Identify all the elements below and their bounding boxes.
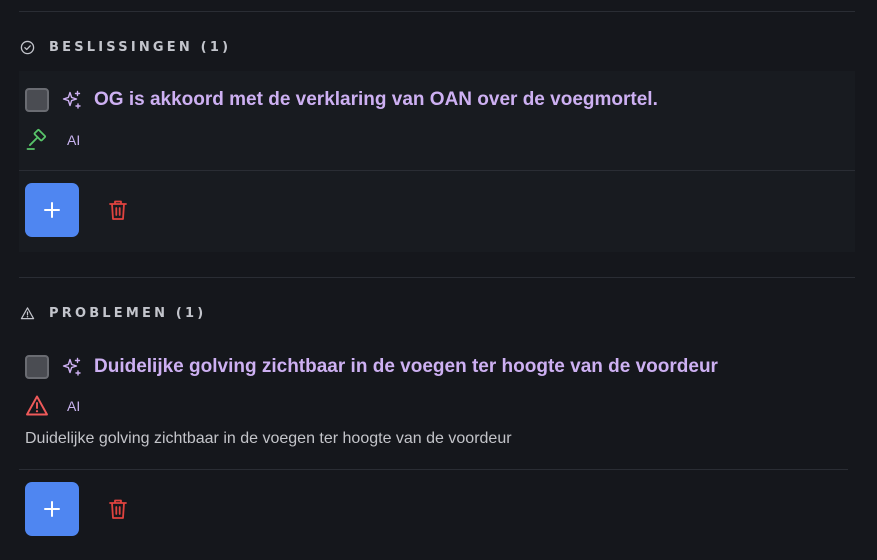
check-circle-icon [19,39,35,55]
problem-checkbox[interactable] [25,355,49,379]
add-button[interactable] [25,482,79,536]
trash-icon [109,200,127,220]
decisions-section-header: BESLISSINGEN (1) [19,39,231,55]
decision-checkbox[interactable] [25,88,49,112]
source-label: AI [67,398,81,414]
decisions-section-title: BESLISSINGEN (1) [49,39,232,55]
top-divider [19,11,855,12]
sparkle-icon [62,357,82,377]
notes-panel: BESLISSINGEN (1) OG is akkoord met de ve… [0,0,877,560]
problems-section-title: PROBLEMEN (1) [49,305,207,321]
warning-triangle-icon [19,305,35,321]
delete-button[interactable] [107,497,129,521]
problem-card-divider [19,469,848,470]
plus-icon [44,202,60,218]
warning-triangle-icon [25,394,49,418]
problem-meta-row: AI [25,394,80,418]
delete-button[interactable] [107,198,129,222]
add-button[interactable] [25,183,79,237]
decision-meta-row: AI [25,128,80,152]
plus-icon [44,501,60,517]
problem-card: Duidelijke golving zichtbaar in de voege… [19,338,855,552]
decision-card: OG is akkoord met de verklaring van OAN … [19,71,855,252]
problem-description: Duidelijke golving zichtbaar in de voege… [25,430,512,447]
section-divider [19,277,855,278]
gavel-icon [25,128,49,152]
decision-item-row: OG is akkoord met de verklaring van OAN … [25,88,658,112]
source-label: AI [67,132,81,148]
sparkle-icon [62,90,82,110]
problem-title[interactable]: Duidelijke golving zichtbaar in de voege… [94,356,718,378]
problem-item-row: Duidelijke golving zichtbaar in de voege… [25,355,718,379]
trash-icon [109,499,127,519]
decision-card-divider [19,170,855,171]
problems-section-header: PROBLEMEN (1) [19,305,206,321]
decision-title[interactable]: OG is akkoord met de verklaring van OAN … [94,89,658,111]
